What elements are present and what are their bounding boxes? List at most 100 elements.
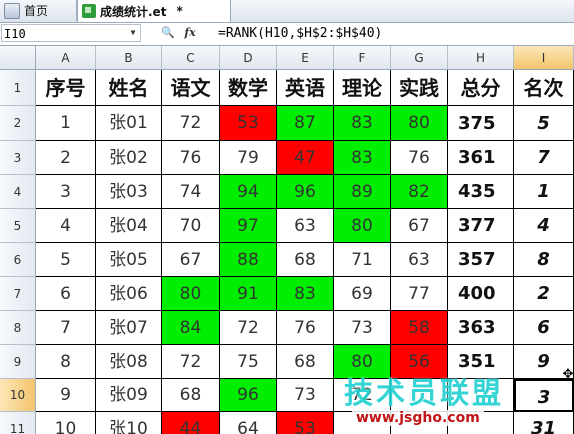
cell-score[interactable]: 97 [220, 209, 277, 243]
cell-score[interactable]: 91 [220, 277, 277, 311]
row-header-6[interactable]: 6 [0, 243, 36, 277]
header-cell[interactable]: 语文 [162, 70, 220, 106]
row-header-11[interactable]: 11 [0, 412, 36, 434]
cell-serial[interactable]: 7 [36, 311, 96, 345]
cell-score[interactable]: 72 [220, 311, 277, 345]
header-cell[interactable]: 姓名 [96, 70, 162, 106]
cell-name[interactable]: 张08 [96, 345, 162, 379]
cell-rank[interactable]: 6 [514, 311, 574, 345]
cell-serial[interactable]: 1 [36, 106, 96, 141]
cell-score[interactable]: 72 [162, 345, 220, 379]
column-header-f[interactable]: F [334, 46, 391, 70]
cell-name[interactable]: 张09 [96, 379, 162, 412]
cell-score[interactable]: 96 [220, 379, 277, 412]
row-header-10[interactable]: 10 [0, 379, 36, 412]
cell-rank[interactable]: 3 [514, 379, 574, 412]
cell-score[interactable]: 63 [391, 243, 448, 277]
row-header-9[interactable]: 9 [0, 345, 36, 379]
cell-score[interactable]: 88 [220, 243, 277, 277]
cell-score[interactable]: 64 [220, 412, 277, 434]
cell-score[interactable]: 73 [334, 311, 391, 345]
cell-score[interactable]: 68 [277, 345, 334, 379]
cell-score[interactable]: 80 [391, 106, 448, 141]
cell-serial[interactable]: 8 [36, 345, 96, 379]
cell-score[interactable]: 87 [277, 106, 334, 141]
fill-handle-icon[interactable]: ✥ [561, 368, 574, 382]
cell-score[interactable]: 83 [334, 106, 391, 141]
cell-serial[interactable]: 2 [36, 141, 96, 175]
row-header-7[interactable]: 7 [0, 277, 36, 311]
name-box[interactable]: I10 ▼ [1, 24, 141, 42]
cell-name[interactable]: 张10 [96, 412, 162, 434]
cell-score[interactable]: 94 [220, 175, 277, 209]
formula-input[interactable]: =RANK(H10,$H$2:$H$40) [218, 24, 572, 43]
cell-score[interactable]: 79 [220, 141, 277, 175]
cell-score[interactable]: 72 [162, 106, 220, 141]
header-cell[interactable]: 英语 [277, 70, 334, 106]
cell-score[interactable]: 74 [162, 175, 220, 209]
cell-score[interactable]: 89 [334, 175, 391, 209]
cell-score[interactable]: 68 [277, 243, 334, 277]
cell-total[interactable]: 361 [448, 141, 514, 175]
cell-total[interactable]: 400 [448, 277, 514, 311]
select-all-corner[interactable] [0, 46, 36, 70]
cell-score[interactable]: 96 [277, 175, 334, 209]
cell-total[interactable]: 377 [448, 209, 514, 243]
cell-name[interactable]: 张01 [96, 106, 162, 141]
cell-score[interactable]: 69 [334, 277, 391, 311]
cell-score[interactable]: 76 [162, 141, 220, 175]
cell-score[interactable]: 67 [162, 243, 220, 277]
cell-score[interactable]: 70 [162, 209, 220, 243]
cell-score[interactable]: 68 [162, 379, 220, 412]
cell-rank[interactable]: 4 [514, 209, 574, 243]
tab-grade-file[interactable]: 成绩统计.et * [77, 0, 231, 22]
cell-score[interactable]: 56 [391, 345, 448, 379]
column-header-h[interactable]: H [448, 46, 514, 70]
sheet-grid[interactable]: A B C D E F G H I 1 2 3 4 5 6 7 8 9 10 11 序号 姓名 语文 数学 英语 理论 实践 总分 名次… [0, 46, 574, 434]
row-header-5[interactable]: 5 [0, 209, 36, 243]
cell-rank[interactable]: 8 [514, 243, 574, 277]
column-header-c[interactable]: C [162, 46, 220, 70]
cell-score[interactable]: 80 [334, 345, 391, 379]
cell-score[interactable]: 83 [277, 277, 334, 311]
header-cell[interactable]: 名次 [514, 70, 574, 106]
cell-score[interactable]: 76 [391, 141, 448, 175]
cell-total[interactable]: 357 [448, 243, 514, 277]
zoom-icon[interactable]: 🔍 [160, 25, 176, 41]
cell-score[interactable] [334, 412, 391, 434]
column-header-g[interactable]: G [391, 46, 448, 70]
cell-score[interactable]: 44 [162, 412, 220, 434]
cell-rank[interactable]: 31 [514, 412, 574, 434]
cell-score[interactable]: 73 [277, 379, 334, 412]
cell-rank[interactable]: 5 [514, 106, 574, 141]
cell-serial[interactable]: 10 [36, 412, 96, 434]
column-header-e[interactable]: E [277, 46, 334, 70]
cell-total[interactable]: 351 [448, 345, 514, 379]
cell-score[interactable]: 80 [334, 209, 391, 243]
header-cell[interactable]: 数学 [220, 70, 277, 106]
cell-score[interactable]: 47 [277, 141, 334, 175]
cell-name[interactable]: 张03 [96, 175, 162, 209]
tab-home[interactable]: 首页 [0, 0, 77, 21]
header-cell[interactable]: 实践 [391, 70, 448, 106]
cell-total[interactable] [448, 379, 514, 412]
cell-score[interactable] [391, 379, 448, 412]
cell-serial[interactable]: 4 [36, 209, 96, 243]
cell-name[interactable]: 张05 [96, 243, 162, 277]
header-cell[interactable]: 总分 [448, 70, 514, 106]
cell-score[interactable]: 53 [277, 412, 334, 434]
header-cell[interactable]: 序号 [36, 70, 96, 106]
cell-score[interactable]: 77 [391, 277, 448, 311]
cell-score[interactable]: 75 [220, 345, 277, 379]
cell-score[interactable]: 67 [391, 209, 448, 243]
cell-score[interactable]: 72 [334, 379, 391, 412]
row-header-4[interactable]: 4 [0, 175, 36, 209]
cell-score[interactable]: 53 [220, 106, 277, 141]
cell-score[interactable]: 63 [277, 209, 334, 243]
cell-score[interactable]: 82 [391, 175, 448, 209]
column-header-d[interactable]: D [220, 46, 277, 70]
cell-serial[interactable]: 5 [36, 243, 96, 277]
header-cell[interactable]: 理论 [334, 70, 391, 106]
cell-score[interactable]: 84 [162, 311, 220, 345]
cell-serial[interactable]: 6 [36, 277, 96, 311]
